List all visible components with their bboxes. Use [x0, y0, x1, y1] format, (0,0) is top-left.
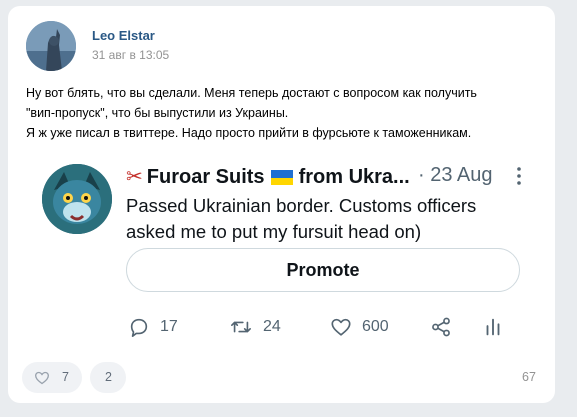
- retweet-button[interactable]: 24: [229, 314, 281, 340]
- tweet-author-name[interactable]: Furoar Suits: [147, 166, 265, 188]
- reply-button[interactable]: 17: [128, 314, 178, 340]
- like-count: 600: [362, 318, 389, 335]
- post-text-line: Ну вот блять, что вы сделали. Меня тепер…: [26, 86, 477, 100]
- like-icon: [331, 318, 351, 336]
- tweet-author-name-suffix[interactable]: from Ukra...: [299, 166, 410, 188]
- scissors-icon: ✂: [126, 166, 143, 188]
- share-button[interactable]: [430, 314, 462, 340]
- promote-button[interactable]: Promote: [126, 248, 520, 292]
- tweet-text: Passed Ukrainian border. Customs officer…: [126, 195, 477, 242]
- like-button[interactable]: 600: [330, 314, 389, 340]
- views-count: 67: [522, 370, 536, 384]
- like-pill[interactable]: 7: [22, 362, 82, 393]
- comment-pill[interactable]: 2: [90, 362, 126, 393]
- retweet-icon: [231, 321, 251, 333]
- tweet-actions: 17 24 600: [126, 314, 526, 340]
- post-text-line: "вип-пропуск", что бы выпустили из Украи…: [26, 106, 289, 120]
- tweet-author-avatar[interactable]: [42, 164, 112, 234]
- retweet-count: 24: [263, 318, 281, 335]
- post-text-line: Я ж уже писал в твиттере. Надо просто пр…: [26, 126, 472, 140]
- post-date[interactable]: 31 авг в 13:05: [92, 48, 169, 62]
- ukraine-flag-icon: [270, 170, 293, 185]
- analytics-button[interactable]: [482, 314, 514, 340]
- comment-pill-count: 2: [105, 370, 112, 384]
- author-name[interactable]: Leo Elstar: [92, 28, 155, 43]
- tweet-header: ✂ Furoar Suits from Ukra... · 23 Aug: [126, 164, 516, 194]
- reply-icon: [130, 318, 148, 337]
- author-avatar[interactable]: [26, 21, 76, 71]
- heart-icon: [34, 371, 50, 385]
- post-card: Leo Elstar 31 авг в 13:05 Ну вот блять, …: [8, 6, 555, 403]
- more-icon[interactable]: [514, 166, 524, 191]
- tweet-date[interactable]: · 23 Aug: [418, 164, 493, 187]
- reply-count: 17: [160, 318, 178, 335]
- share-icon: [432, 317, 450, 337]
- like-pill-count: 7: [62, 370, 69, 384]
- embedded-tweet[interactable]: ✂ Furoar Suits from Ukra... · 23 Aug Passe…: [26, 156, 541, 356]
- post-text: Ну вот блять, что вы сделали. Меня тепер…: [26, 83, 546, 143]
- analytics-icon: [486, 318, 500, 336]
